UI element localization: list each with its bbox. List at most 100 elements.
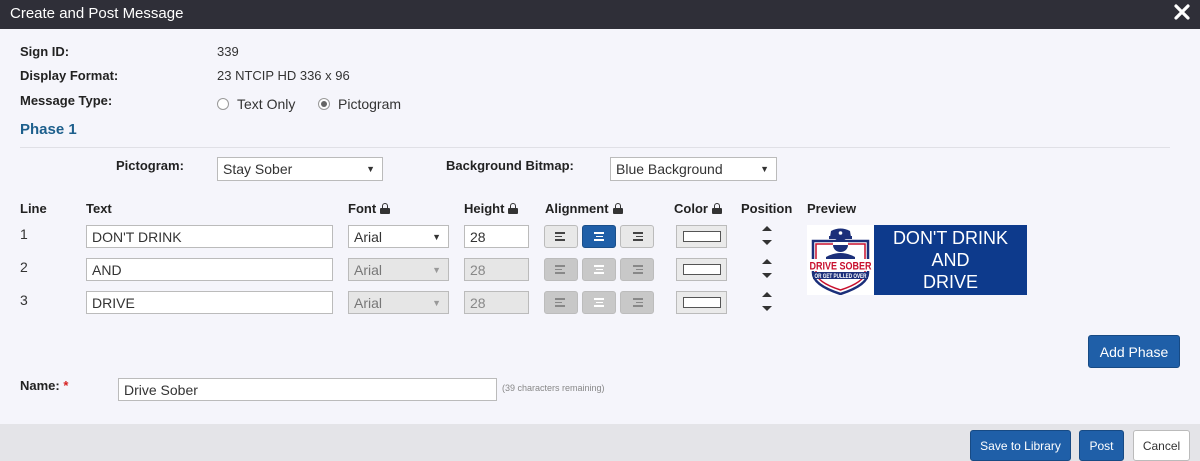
header-preview: Preview [807,201,856,216]
post-button[interactable]: Post [1079,430,1124,461]
background-bitmap-select-value: Blue Background [616,161,723,177]
align-center-icon [593,265,605,274]
chevron-down-icon: ▼ [432,298,441,308]
save-to-library-button[interactable]: Save to Library [970,430,1071,461]
color-button [676,258,727,281]
background-bitmap-select[interactable]: Blue Background ▼ [610,157,777,181]
move-down-icon[interactable] [762,306,772,311]
header-font-label: Font [348,201,377,216]
pictogram-top-text: DRIVE SOBER [810,261,872,273]
header-color-label: Color [674,201,708,216]
header-text-label: Text [86,201,112,216]
phase-divider [20,147,1170,148]
move-up-icon[interactable] [762,292,772,297]
pictogram-image: DRIVE SOBER OR GET PULLED OVER [807,225,874,296]
font-select[interactable]: Arial ▼ [348,225,449,248]
display-format-label: Display Format: [20,68,119,83]
radio-pictogram-label: Pictogram [338,96,402,112]
line-text-input[interactable]: AND [86,258,333,281]
radio-text-only-circle[interactable] [217,98,229,110]
line-number: 1 [20,226,28,242]
chevron-down-icon: ▼ [760,164,769,174]
height-input: 28 [464,258,529,281]
header-line: Line [20,201,47,216]
align-center-button[interactable] [582,225,616,248]
color-button[interactable] [676,225,727,248]
move-up-icon[interactable] [762,259,772,264]
name-label: Name: * [20,378,68,393]
line-text-input[interactable]: DON'T DRINK [86,225,333,248]
chevron-down-icon: ▼ [432,265,441,275]
lock-icon[interactable] [711,203,722,214]
header-alignment: Alignment [545,201,623,216]
header-color: Color [674,201,722,216]
display-format-value: 23 NTCIP HD 336 x 96 [217,68,350,83]
background-bitmap-label: Background Bitmap: [446,158,574,173]
drive-sober-pictogram-icon: DRIVE SOBER OR GET PULLED OVER [809,228,872,296]
align-right-icon [631,232,643,241]
align-center-icon [593,298,605,307]
lock-icon[interactable] [380,203,391,214]
characters-remaining-hint: (39 characters remaining) [502,383,605,393]
align-right-button[interactable] [620,225,654,248]
align-left-button [544,291,578,314]
font-select-value: Arial [354,229,383,245]
align-center-button [582,291,616,314]
align-center-icon [593,232,605,241]
pictogram-select-value: Stay Sober [223,161,293,177]
phase-title: Phase 1 [20,121,77,138]
position-stepper[interactable] [761,291,773,313]
position-stepper[interactable] [761,225,773,247]
radio-pictogram-circle[interactable] [318,98,330,110]
align-left-button[interactable] [544,225,578,248]
sign-id-label: Sign ID: [20,44,70,59]
align-left-icon [555,298,567,307]
header-alignment-label: Alignment [545,201,609,216]
close-icon[interactable] [1174,4,1190,20]
move-up-icon[interactable] [762,226,772,231]
pictogram-select[interactable]: Stay Sober ▼ [217,157,383,181]
radio-text-only[interactable]: Text Only [217,96,295,112]
pictogram-label: Pictogram: [116,158,184,173]
move-down-icon[interactable] [762,240,772,245]
header-position: Position [741,201,792,216]
header-position-label: Position [741,201,793,216]
align-right-button [620,291,654,314]
color-swatch [682,264,721,275]
header-height-label: Height [464,201,505,216]
color-swatch [682,231,721,242]
header-font: Font [348,201,391,216]
move-down-icon[interactable] [762,273,772,278]
color-swatch [682,297,721,308]
header-line-label: Line [20,201,47,216]
name-label-text: Name: [20,378,60,393]
line-number: 3 [20,292,28,308]
font-select: Arial ▼ [348,291,449,314]
height-input[interactable]: 28 [464,225,529,248]
cancel-button[interactable]: Cancel [1133,430,1190,461]
chevron-down-icon: ▼ [432,232,441,242]
align-right-icon [631,265,643,274]
add-phase-button[interactable]: Add Phase [1088,335,1180,368]
preview-line: AND [931,250,970,270]
dialog-titlebar: Create and Post Message [0,0,1200,29]
pictogram-bottom-text: OR GET PULLED OVER [815,274,868,280]
sign-id-value: 339 [217,44,239,59]
radio-pictogram[interactable]: Pictogram [318,96,401,112]
preview-line: DON'T DRINK [892,228,1009,248]
preview-line: DRIVE [922,272,978,292]
font-select-value: Arial [354,262,383,278]
lock-icon[interactable] [508,203,519,214]
message-preview: DRIVE SOBER OR GET PULLED OVER DON'T DRI… [807,225,1027,296]
align-left-button [544,258,578,281]
header-preview-label: Preview [807,201,857,216]
header-height: Height [464,201,519,216]
align-left-icon [555,232,567,241]
line-text-input[interactable]: DRIVE [86,291,333,314]
align-left-icon [555,265,567,274]
lock-icon[interactable] [612,203,623,214]
position-stepper[interactable] [761,258,773,280]
font-select: Arial ▼ [348,258,449,281]
name-input[interactable]: Drive Sober [118,378,497,401]
color-button [676,291,727,314]
